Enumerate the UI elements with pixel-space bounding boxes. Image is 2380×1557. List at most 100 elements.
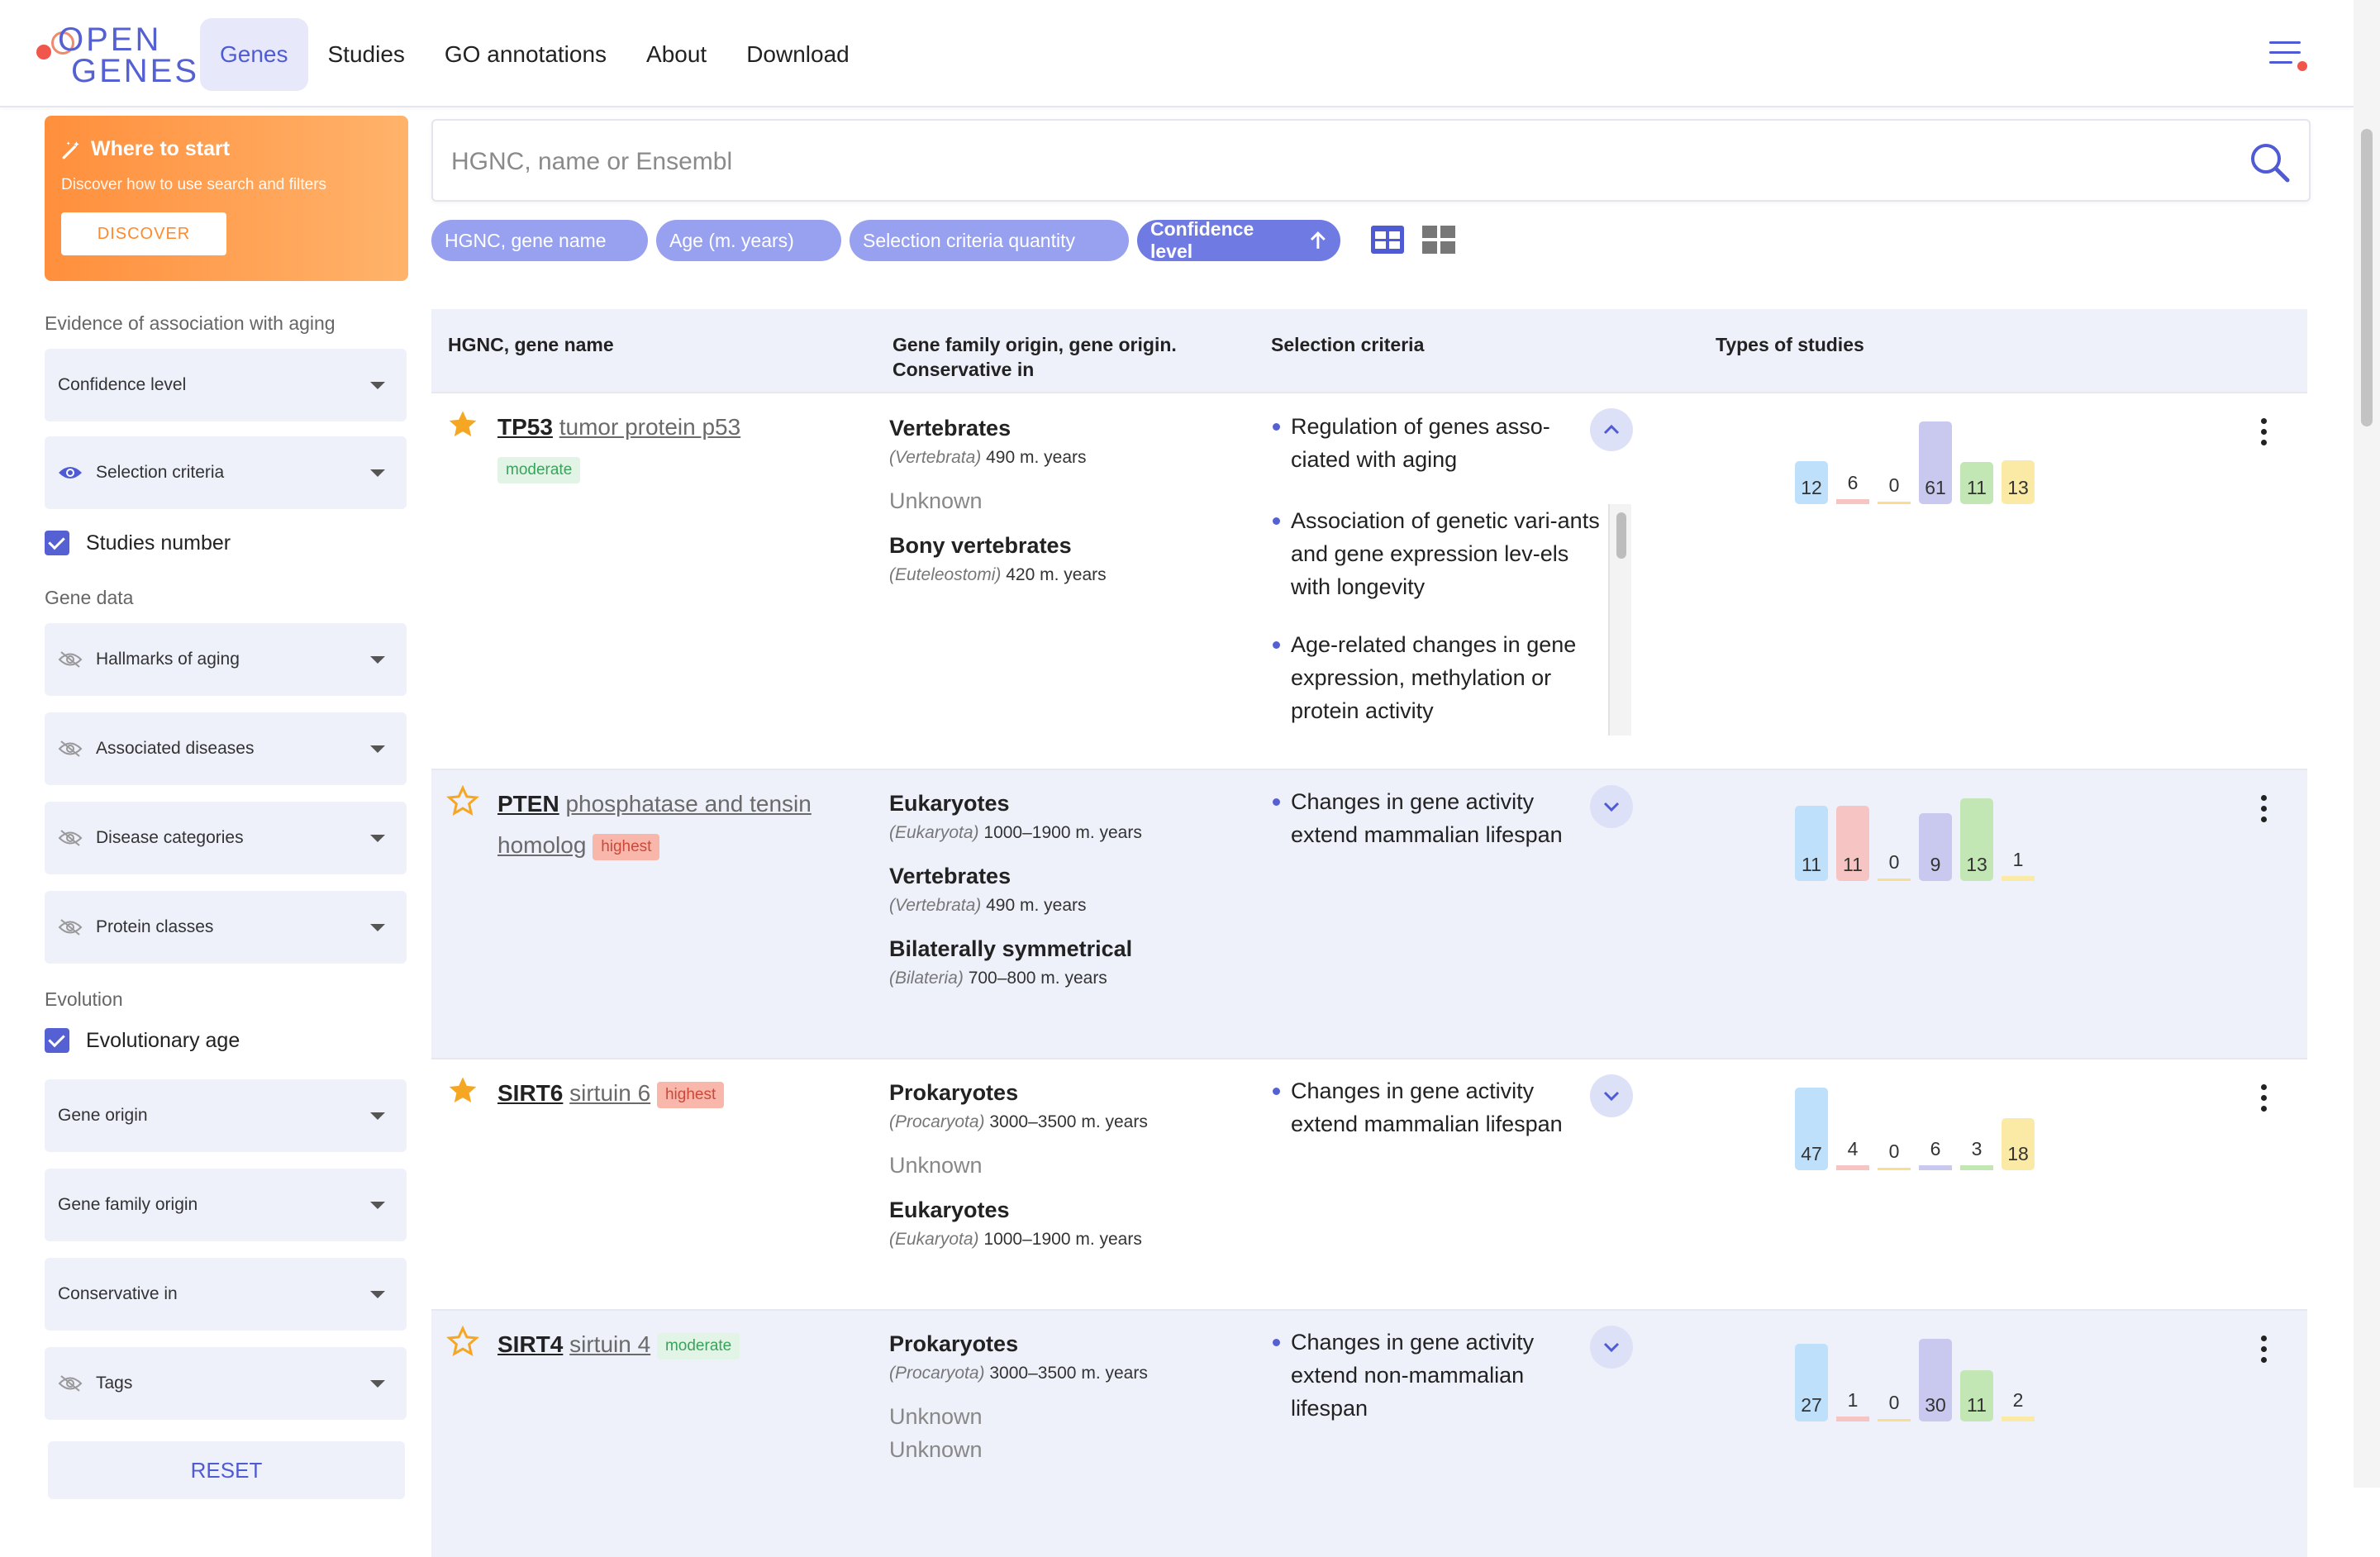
sort-chip-confidence-level[interactable]: Confidence level	[1137, 218, 1340, 262]
study-type-bar[interactable]: 27	[1795, 1344, 1828, 1421]
nav-download[interactable]: Download	[726, 18, 869, 91]
study-type-bar[interactable]: 6	[1919, 1137, 1952, 1170]
study-type-bar[interactable]: 1	[2002, 848, 2035, 881]
section-evolution: Evolution	[45, 988, 123, 1010]
study-type-bar[interactable]: 0	[1878, 848, 1911, 881]
gene-origin-filter[interactable]: Gene origin	[45, 1079, 407, 1152]
selection-criteria-filter[interactable]: Selection criteria	[45, 436, 407, 509]
study-type-bar[interactable]: 11	[1795, 806, 1828, 881]
nav-genes[interactable]: Genes	[200, 18, 308, 91]
page-scrollbar[interactable]	[2354, 0, 2380, 1488]
more-options-icon[interactable]	[2259, 1084, 2269, 1114]
nav-studies[interactable]: Studies	[308, 18, 425, 91]
study-type-bar[interactable]: 3	[1960, 1137, 1993, 1170]
study-type-bar[interactable]: 13	[2002, 460, 2035, 504]
gene-symbol-link[interactable]: TP53	[497, 414, 553, 440]
gene-symbol-link[interactable]: PTEN	[497, 791, 559, 817]
search-input[interactable]	[450, 144, 2102, 180]
card-view-icon[interactable]	[1421, 225, 1456, 255]
discover-button[interactable]: DISCOVER	[61, 212, 226, 255]
column-header-studies[interactable]: Types of studies	[1716, 332, 1864, 357]
gene-name-link[interactable]: tumor protein p53	[559, 414, 740, 440]
study-type-bar[interactable]: 11	[1836, 806, 1869, 881]
star-outline-icon[interactable]	[446, 785, 479, 818]
hamburger-menu-icon[interactable]	[2269, 38, 2307, 71]
star-filled-icon[interactable]	[446, 1074, 479, 1107]
expand-criteria-button[interactable]	[1590, 1326, 1633, 1369]
associated-diseases-filter[interactable]: Associated diseases	[45, 712, 407, 785]
more-options-icon[interactable]	[2259, 418, 2269, 448]
search-icon[interactable]	[2248, 140, 2291, 183]
gene-symbol-link[interactable]: SIRT6	[497, 1080, 563, 1106]
study-type-bar[interactable]: 4	[1836, 1137, 1869, 1170]
conservative-in-filter[interactable]: Conservative in	[45, 1258, 407, 1331]
study-type-bar[interactable]: 30	[1919, 1339, 1952, 1421]
logo-text-line1: OPEN	[58, 21, 162, 58]
column-header-criteria[interactable]: Selection criteria	[1271, 332, 1424, 357]
page-scrollbar-thumb[interactable]	[2361, 129, 2373, 426]
study-type-bar[interactable]: 0	[1878, 1388, 1911, 1421]
column-header-origin[interactable]: Gene family origin, gene origin. Conserv…	[892, 332, 1207, 382]
more-options-icon[interactable]	[2259, 795, 2269, 825]
gene-name-link[interactable]: sirtuin 6	[569, 1080, 650, 1106]
study-type-bar[interactable]: 2	[2002, 1388, 2035, 1421]
open-genes-logo[interactable]: OPEN GENES	[33, 21, 197, 88]
eye-icon[interactable]	[58, 464, 83, 482]
study-type-bar[interactable]: 1	[1836, 1388, 1869, 1421]
study-type-bar[interactable]: 9	[1919, 813, 1952, 881]
confidence-badge: moderate	[497, 456, 581, 483]
chevron-down-icon	[370, 1380, 385, 1388]
checkbox-checked-icon[interactable]	[45, 531, 69, 555]
gene-symbol-link[interactable]: SIRT4	[497, 1331, 563, 1357]
study-type-bar[interactable]: 11	[1960, 1370, 1993, 1421]
nav-go-annotations[interactable]: GO annotations	[425, 18, 626, 91]
study-type-bar[interactable]: 0	[1878, 1137, 1911, 1170]
eye-off-icon[interactable]	[58, 829, 83, 847]
table-row-sirt4: SIRT4 sirtuin 4 moderate Prokaryotes (Pr…	[431, 1309, 2307, 1557]
origin-detail: (Euteleostomi) 420 m. years	[889, 562, 1253, 588]
eye-off-icon[interactable]	[58, 740, 83, 758]
confidence-level-filter[interactable]: Confidence level	[45, 349, 407, 421]
study-type-bar[interactable]: 12	[1795, 461, 1828, 504]
study-type-bar[interactable]: 11	[1960, 462, 1993, 504]
expand-criteria-button[interactable]	[1590, 785, 1633, 828]
studies-number-checkbox[interactable]: Studies number	[45, 531, 231, 555]
study-type-bar[interactable]: 47	[1795, 1088, 1828, 1170]
study-type-bar[interactable]: 6	[1836, 471, 1869, 504]
nav-about[interactable]: About	[626, 18, 726, 91]
confidence-badge: highest	[656, 1081, 725, 1108]
study-type-count: 1	[1847, 1389, 1859, 1411]
study-type-bar[interactable]: 0	[1878, 471, 1911, 504]
star-filled-icon[interactable]	[446, 408, 479, 441]
expand-criteria-button[interactable]	[1590, 1074, 1633, 1117]
table-view-icon[interactable]	[1370, 225, 1405, 255]
gene-family-origin-label: Gene family origin	[58, 1195, 198, 1214]
hallmarks-filter[interactable]: Hallmarks of aging	[45, 623, 407, 696]
eye-off-icon[interactable]	[58, 650, 83, 669]
sort-chip-gene-name[interactable]: HGNC, gene name	[431, 220, 648, 261]
checkbox-checked-icon[interactable]	[45, 1028, 69, 1053]
study-type-bar[interactable]: 13	[1960, 798, 1993, 881]
collapse-criteria-button[interactable]	[1590, 408, 1633, 451]
disease-categories-filter[interactable]: Disease categories	[45, 802, 407, 874]
column-header-gene[interactable]: HGNC, gene name	[448, 332, 614, 357]
reset-button[interactable]: RESET	[48, 1441, 405, 1499]
evolutionary-age-checkbox[interactable]: Evolutionary age	[45, 1028, 240, 1053]
criteria-scrollbar[interactable]	[1608, 504, 1631, 736]
eye-off-icon[interactable]	[58, 918, 83, 936]
study-type-bar[interactable]: 18	[2002, 1118, 2035, 1170]
protein-classes-filter[interactable]: Protein classes	[45, 891, 407, 964]
criteria-scrollbar-thumb[interactable]	[1616, 512, 1626, 559]
chevron-down-icon	[1603, 802, 1620, 812]
study-type-count: 1	[2012, 849, 2024, 870]
more-options-icon[interactable]	[2259, 1336, 2269, 1365]
study-type-bar[interactable]: 61	[1919, 421, 1952, 504]
eye-off-icon[interactable]	[58, 1374, 83, 1393]
chevron-down-icon	[370, 469, 385, 477]
star-outline-icon[interactable]	[446, 1326, 479, 1359]
tags-filter[interactable]: Tags	[45, 1347, 407, 1420]
gene-name-link[interactable]: sirtuin 4	[569, 1331, 650, 1357]
sort-chip-criteria-quantity[interactable]: Selection criteria quantity	[850, 220, 1129, 261]
gene-family-origin-filter[interactable]: Gene family origin	[45, 1169, 407, 1241]
sort-chip-age[interactable]: Age (m. years)	[656, 220, 841, 261]
